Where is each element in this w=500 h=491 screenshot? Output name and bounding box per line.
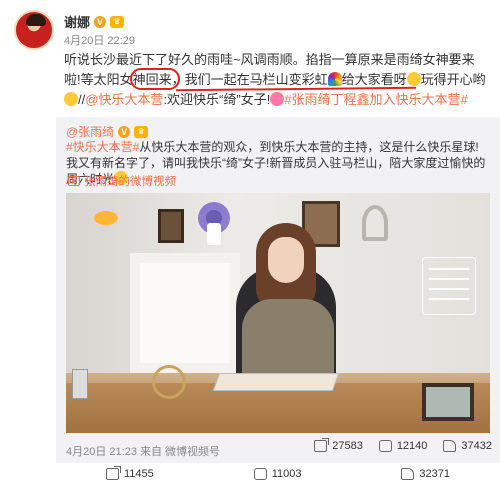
repost-comment-stat[interactable]: 12140 (378, 440, 428, 452)
comment-icon (253, 468, 267, 480)
wall-frame (158, 209, 184, 243)
video-play-icon (68, 176, 80, 186)
repost-share-count: 27583 (332, 440, 363, 452)
post-text: 听说长沙最近下了好久的雨哇~风调雨顺。掐指一算原来是雨绮女神要来啦!等太阳女神回… (64, 50, 488, 110)
share-icon (314, 438, 330, 452)
repost-topic-link[interactable]: #快乐大本营# (66, 140, 139, 154)
vip-crown-icon: ♛ (110, 15, 125, 28)
comment-count: 11003 (271, 468, 302, 480)
share-count: 11455 (123, 468, 154, 480)
red-annotation-circle (130, 68, 180, 90)
fireplace (130, 253, 240, 373)
repost-share-stat[interactable]: 27583 (314, 438, 363, 452)
post-time[interactable]: 4月20日 22:29 (64, 32, 135, 48)
author-avatar[interactable] (14, 10, 54, 50)
vip-crown-icon: ♛ (134, 125, 149, 138)
post-text-b: 我们一起在马栏山变彩虹 (184, 72, 328, 87)
vase (207, 223, 221, 245)
repost-comment-count: 12140 (396, 440, 428, 452)
photo-frame (422, 383, 474, 421)
like-icon (401, 468, 415, 480)
author-name-row: 谢娜 V ♛ (64, 12, 125, 31)
post-text-c: 给大家看呀 (341, 72, 407, 87)
compass-icon (152, 365, 186, 399)
comment-button[interactable]: 11003 (253, 468, 302, 480)
post-text-d: 玩得开心哟 (420, 72, 486, 87)
repost-line1: 从快乐大本营的观众，到快乐大本营的主持，这是什么快乐星球! (139, 140, 479, 154)
rainbow-emoji-icon (327, 72, 342, 86)
video-link[interactable]: 张雨绮的微博视频 (68, 173, 176, 189)
repost-card[interactable]: @张雨绮 V ♛ #快乐大本营#从快乐大本营的观众，到快乐大本营的主持，这是什么… (56, 117, 500, 463)
like-button[interactable]: 32371 (401, 468, 450, 480)
laugh-emoji-icon (64, 92, 78, 106)
presenter (242, 223, 334, 389)
action-bar: 11455 11003 32371 (56, 466, 500, 480)
repost-author[interactable]: @张雨绮 (66, 123, 114, 140)
repost-like-count: 37432 (461, 440, 492, 452)
video-player[interactable] (66, 193, 490, 433)
repost-meta: 4月20日 21:23 来自 微博视频号 (66, 446, 221, 458)
author-name[interactable]: 谢娜 (64, 12, 90, 31)
repost-stats: 27583 12140 37432 (314, 438, 492, 452)
topic-link[interactable]: #张雨绮丁程鑫加入快乐大本营# (284, 92, 467, 107)
mention-link[interactable]: @快乐大本营 (85, 92, 163, 107)
pencil-holder (72, 369, 88, 399)
comment-icon (378, 440, 392, 452)
verified-icon: V (118, 125, 131, 138)
share-icon (105, 466, 121, 480)
open-book (212, 373, 340, 391)
video-link-label: 张雨绮的微博视频 (84, 176, 176, 188)
show-logo-icon (94, 211, 118, 225)
repost-like-stat[interactable]: 37432 (443, 440, 492, 452)
verified-icon: V (94, 15, 107, 28)
like-count: 32371 (419, 468, 450, 480)
calendar-icon (422, 257, 476, 315)
heart-emoji-icon (270, 92, 285, 106)
repost-author-row: @张雨绮 V ♛ (66, 123, 149, 140)
post-text-f: :欢迎快乐“绮”女子! (163, 92, 271, 107)
like-icon (443, 440, 457, 452)
laugh-emoji-icon (406, 72, 421, 86)
share-button[interactable]: 11455 (105, 466, 154, 480)
sculpture (362, 205, 388, 241)
